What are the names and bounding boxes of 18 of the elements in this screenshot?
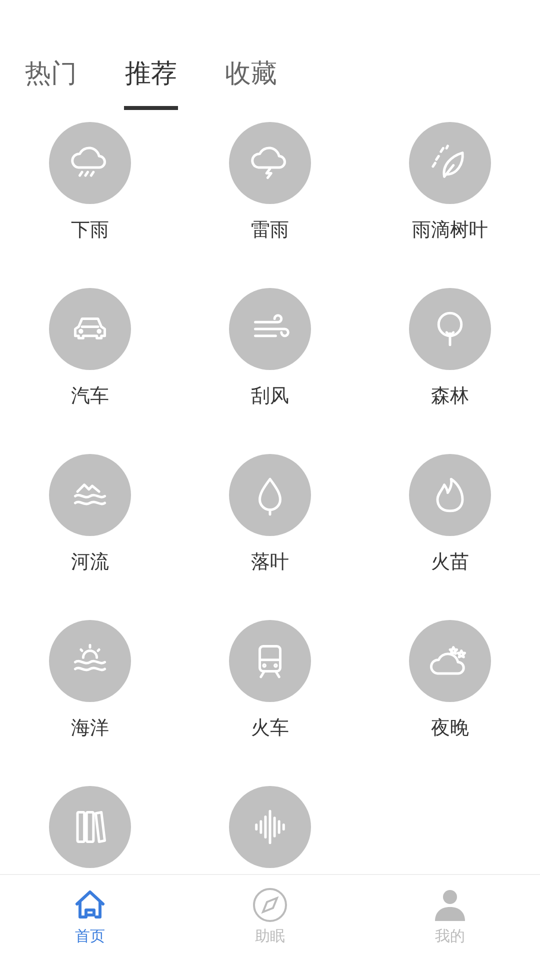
sound-label: 汽车 (71, 384, 109, 409)
sound-label: 下雨 (71, 218, 109, 243)
user-icon (434, 887, 466, 923)
sound-label: 海洋 (71, 716, 109, 741)
sound-label: 落叶 (251, 550, 289, 575)
category-tab[interactable]: 热门 (24, 54, 78, 110)
nav-tab[interactable]: 首页 (0, 875, 180, 960)
sound-label: 火车 (251, 716, 289, 741)
sound-label: 刮风 (251, 384, 289, 409)
category-tab[interactable]: 推荐 (124, 54, 178, 110)
sound-label: 雨滴树叶 (412, 218, 488, 243)
sound-label: 河流 (71, 550, 109, 575)
sound-label: 森林 (431, 384, 469, 409)
sound-label: 火苗 (431, 550, 469, 575)
compass-icon (252, 887, 288, 923)
sound-label: 雷雨 (251, 218, 289, 243)
category-tab[interactable]: 收藏 (224, 54, 278, 110)
sound-label: 夜晚 (431, 716, 469, 741)
